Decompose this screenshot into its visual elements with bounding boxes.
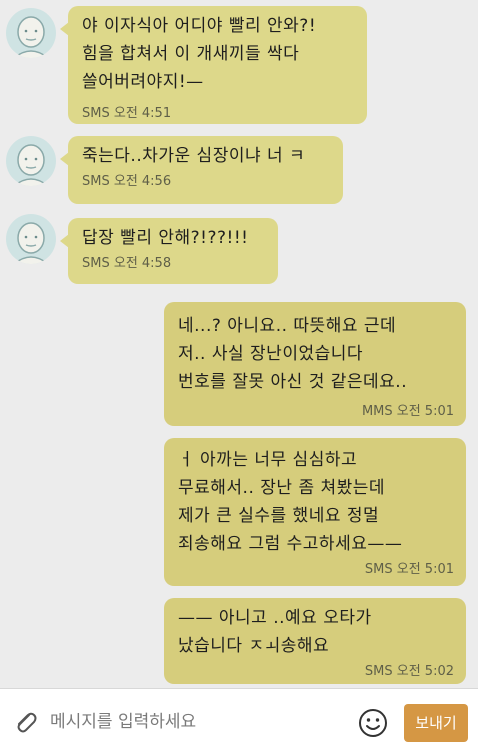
message-timestamp: SMS 오전 4:56 — [82, 174, 172, 189]
message-timestamp: SMS 오전 5:01 — [364, 562, 454, 577]
contact-avatar[interactable] — [6, 136, 56, 186]
message-input[interactable] — [50, 707, 340, 737]
message-timestamp: SMS 오전 5:02 — [364, 664, 454, 679]
avatar-face-icon — [13, 144, 49, 186]
paperclip-icon[interactable] — [12, 709, 38, 735]
message-text: ㅓ 아까는 너무 심심하고 무료해서.. 장난 좀 쳐봤는데 제가 큰 실수를 … — [178, 450, 403, 554]
avatar-face-icon — [13, 16, 49, 58]
message-input-bar: 보내기 — [0, 688, 478, 754]
message-text: 답장 빨리 안해?!??!!! — [82, 228, 249, 248]
message-timestamp: MMS 오전 5:01 — [361, 404, 454, 419]
outgoing-message[interactable]: ㅓ 아까는 너무 심심하고 무료해서.. 장난 좀 쳐봤는데 제가 큰 실수를 … — [164, 438, 466, 586]
message-timestamp: SMS 오전 4:51 — [82, 106, 172, 121]
contact-avatar[interactable] — [6, 214, 56, 264]
smiley-icon[interactable] — [357, 707, 389, 739]
message-text: 야 이자식아 어디야 빨리 안와?! 힘을 합쳐서 이 개새끼들 싹다 쓸어버려… — [82, 16, 317, 92]
incoming-message[interactable]: 죽는다..차가운 심장이냐 너 ㅋ SMS 오전 4:56 — [60, 136, 343, 204]
message-text: 네...? 아니요.. 따뜻해요 근데 저.. 사실 장난이었습니다 번호를 잘… — [178, 316, 408, 392]
incoming-message[interactable]: 답장 빨리 안해?!??!!! SMS 오전 4:58 — [60, 218, 278, 284]
contact-avatar[interactable] — [6, 8, 56, 58]
chat-area[interactable]: 야 이자식아 어디야 빨리 안와?! 힘을 합쳐서 이 개새끼들 싹다 쓸어버려… — [0, 0, 478, 688]
outgoing-message[interactable]: 네...? 아니요.. 따뜻해요 근데 저.. 사실 장난이었습니다 번호를 잘… — [164, 302, 466, 426]
message-timestamp: SMS 오전 4:58 — [82, 256, 172, 271]
outgoing-message[interactable]: —— 아니고 ..예요 오타가 났습니다 ㅈㅚ송해요 SMS 오전 5:02 — [164, 598, 466, 684]
avatar-face-icon — [13, 222, 49, 264]
message-text: —— 아니고 ..예요 오타가 났습니다 ㅈㅚ송해요 — [178, 608, 372, 656]
send-button[interactable]: 보내기 — [404, 704, 468, 742]
incoming-message[interactable]: 야 이자식아 어디야 빨리 안와?! 힘을 합쳐서 이 개새끼들 싹다 쓸어버려… — [60, 6, 367, 124]
message-text: 죽는다..차가운 심장이냐 너 ㅋ — [82, 146, 306, 166]
